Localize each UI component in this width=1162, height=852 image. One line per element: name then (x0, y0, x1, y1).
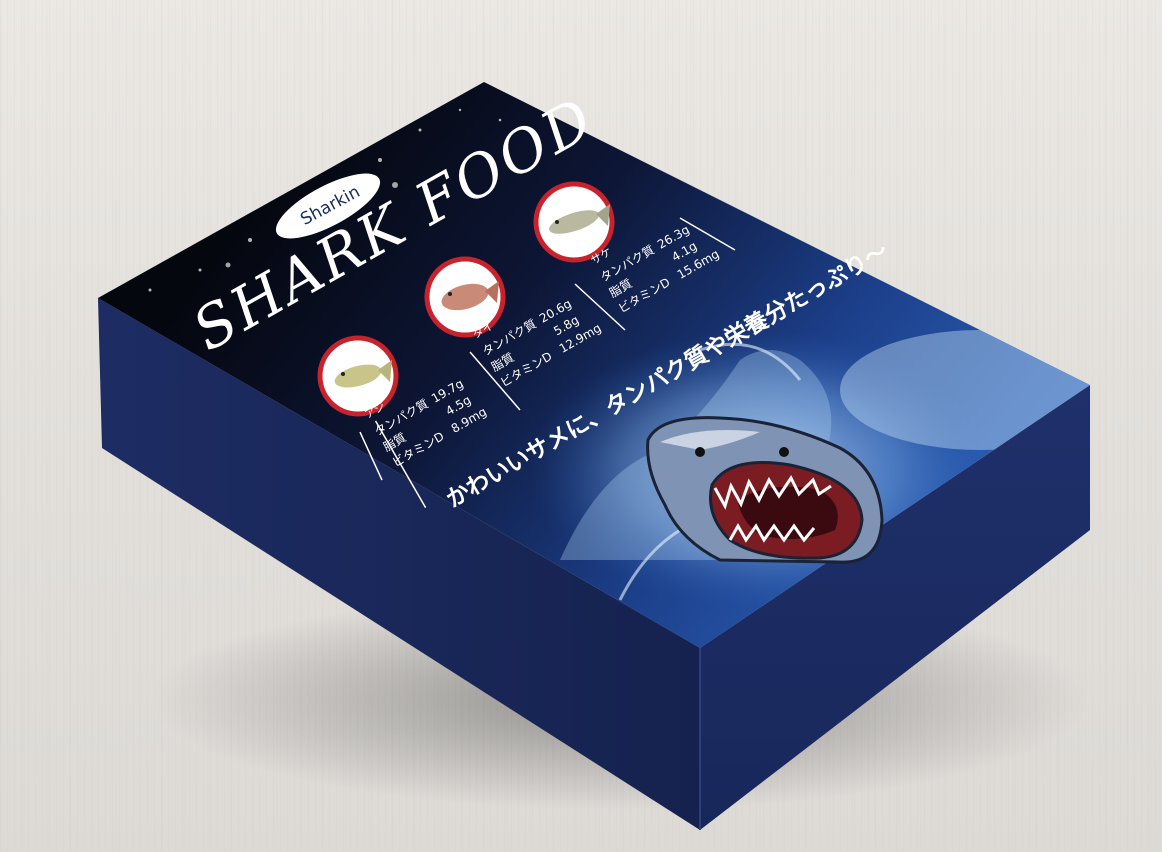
fish-badge-aji (317, 335, 399, 417)
product-box-scene: Sharkin SHARK FOOD アジ タンパク質 19.7g 脂質 4.5… (98, 82, 1090, 830)
